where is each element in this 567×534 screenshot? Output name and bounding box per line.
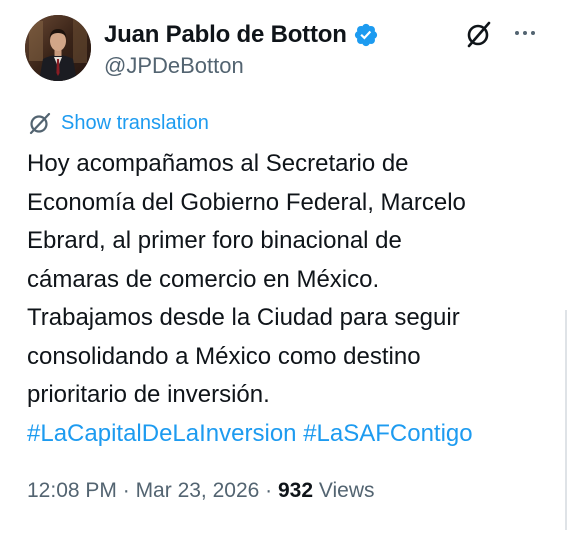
show-translation-label: Show translation (61, 111, 209, 134)
tweet-text-line: Hoy acompañamos al Secretario de (27, 150, 409, 177)
grok-button[interactable] (464, 19, 494, 49)
translate-icon (29, 112, 51, 135)
grok-slash-circle-icon (467, 21, 491, 48)
avatar-image (25, 15, 91, 81)
author-handle[interactable]: @JPDeBotton (104, 53, 244, 79)
author-name-row: Juan Pablo de Botton (104, 18, 379, 52)
views-count[interactable]: 932 (278, 479, 313, 502)
show-translation-link[interactable]: Show translation (27, 110, 209, 136)
tweet-text: Hoy acompañamos al Secretario de Economí… (27, 145, 557, 453)
tweet-text-line: prioritario de inversión. (27, 381, 270, 408)
more-horizontal-icon (515, 31, 519, 35)
verified-badge-icon[interactable] (353, 22, 379, 48)
meta-separator: · (259, 479, 278, 502)
tweet-text-line: Economía del Gobierno Federal, Marcelo (27, 188, 466, 216)
more-options-button[interactable] (510, 20, 540, 46)
views-label: Views (318, 479, 375, 502)
hashtag-link[interactable]: #LaCapitalDeLaInversion (27, 420, 297, 447)
tweet-text-line: Trabajamos desde la Ciudad para seguir (27, 304, 460, 331)
tweet-text-line: consolidando a México como destino (27, 342, 421, 370)
avatar[interactable] (25, 15, 91, 81)
tweet-text-line: Ebrard, al primer foro binacional de (27, 227, 402, 254)
tweet-card: Juan Pablo de Botton @JPDeBotton Show tr… (0, 0, 567, 534)
tweet-time[interactable]: 12:08 PM (27, 479, 117, 502)
author-display-name[interactable]: Juan Pablo de Botton (104, 21, 347, 49)
hashtag-row: #LaCapitalDeLaInversion #LaSAFContigo (27, 415, 557, 454)
tweet-text-line: cámaras de comercio en México. (27, 265, 380, 293)
hashtag-link[interactable]: #LaSAFContigo (303, 420, 472, 447)
tweet-date[interactable]: Mar 23, 2026 (136, 479, 260, 502)
tweet-meta: 12:08 PM · Mar 23, 2026 · 932 Views (27, 479, 375, 503)
meta-separator: · (116, 479, 136, 502)
